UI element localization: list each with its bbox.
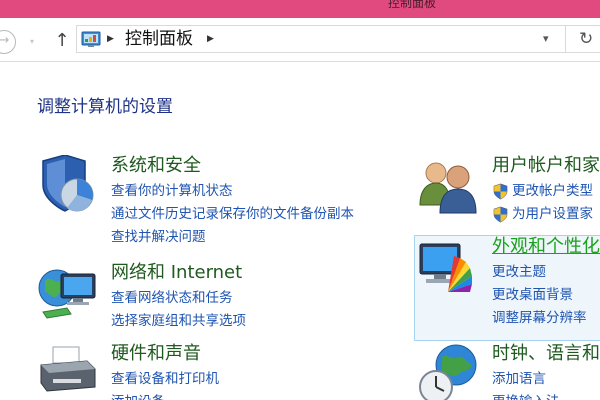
breadcrumb-separator[interactable]: ▶ <box>107 30 114 48</box>
breadcrumb-separator[interactable]: ▶ <box>207 30 214 48</box>
breadcrumb-control-panel[interactable]: 控制面板 <box>125 28 193 50</box>
address-bar[interactable]: ▶ 控制面板 ▶ ▾ ↻ <box>76 25 600 53</box>
category-links: 添加语言 更换输入法 <box>492 369 560 400</box>
uac-shield-icon <box>493 183 508 200</box>
up-arrow-icon[interactable]: ↑ <box>50 28 74 54</box>
navigation-bar: → ▾ ↑ ▶ 控制面板 ▶ ▾ ↻ <box>0 18 600 62</box>
category-links: 查看你的计算机状态 通过文件历史记录保存你的文件备份副本 查找并解决问题 <box>111 181 354 250</box>
link-label[interactable]: 更改帐户类型 <box>512 183 593 199</box>
network-globe-icon[interactable] <box>37 262 99 324</box>
link-add-device[interactable]: 添加设备 <box>111 392 219 400</box>
control-panel-icon <box>81 31 101 47</box>
monitor-palette-icon[interactable] <box>418 236 480 298</box>
address-divider <box>565 26 566 52</box>
category-title[interactable]: 硬件和声音 <box>111 343 201 365</box>
category-links: 更改帐户类型 为用户设置家 <box>492 181 593 227</box>
window-titlebar: 控制面板 <box>0 0 600 18</box>
category-links: 查看网络状态和任务 选择家庭组和共享选项 <box>111 288 246 334</box>
link-change-account-type[interactable]: 更改帐户类型 <box>492 181 593 204</box>
link-adjust-resolution[interactable]: 调整屏幕分辨率 <box>492 308 587 331</box>
category-title[interactable]: 外观和个性化 <box>492 236 600 258</box>
category-title[interactable]: 网络和 Internet <box>111 262 242 284</box>
printer-icon[interactable] <box>37 343 99 400</box>
category-links: 查看设备和打印机 添加设备 <box>111 369 219 400</box>
clock-globe-icon[interactable] <box>418 343 480 400</box>
users-icon[interactable] <box>418 155 480 217</box>
recent-locations-icon[interactable]: ▾ <box>22 30 42 54</box>
link-family-safety[interactable]: 为用户设置家 <box>492 204 593 227</box>
page-title: 调整计算机的设置 <box>37 97 173 117</box>
link-file-history-backup[interactable]: 通过文件历史记录保存你的文件备份副本 <box>111 204 354 227</box>
back-arrow-icon[interactable]: → <box>0 30 16 54</box>
refresh-icon[interactable]: ↻ <box>579 28 593 50</box>
link-view-computer-status[interactable]: 查看你的计算机状态 <box>111 181 354 204</box>
shield-pie-icon[interactable] <box>37 155 99 217</box>
category-links: 更改主题 更改桌面背景 调整屏幕分辨率 <box>492 262 587 331</box>
link-homegroup-sharing[interactable]: 选择家庭组和共享选项 <box>111 311 246 334</box>
category-title[interactable]: 系统和安全 <box>111 155 201 177</box>
link-change-theme[interactable]: 更改主题 <box>492 262 587 285</box>
link-network-status[interactable]: 查看网络状态和任务 <box>111 288 246 311</box>
link-label[interactable]: 为用户设置家 <box>512 206 593 222</box>
link-change-input-method[interactable]: 更换输入法 <box>492 392 560 400</box>
address-dropdown-icon[interactable]: ▾ <box>543 30 549 48</box>
window-title: 控制面板 <box>388 0 437 10</box>
uac-shield-icon <box>493 206 508 223</box>
category-title[interactable]: 用户帐户和家 <box>492 155 600 177</box>
link-troubleshoot[interactable]: 查找并解决问题 <box>111 227 354 250</box>
link-devices-printers[interactable]: 查看设备和打印机 <box>111 369 219 392</box>
link-add-language[interactable]: 添加语言 <box>492 369 560 392</box>
link-change-desktop-background[interactable]: 更改桌面背景 <box>492 285 587 308</box>
category-title[interactable]: 时钟、语言和 <box>492 343 600 365</box>
